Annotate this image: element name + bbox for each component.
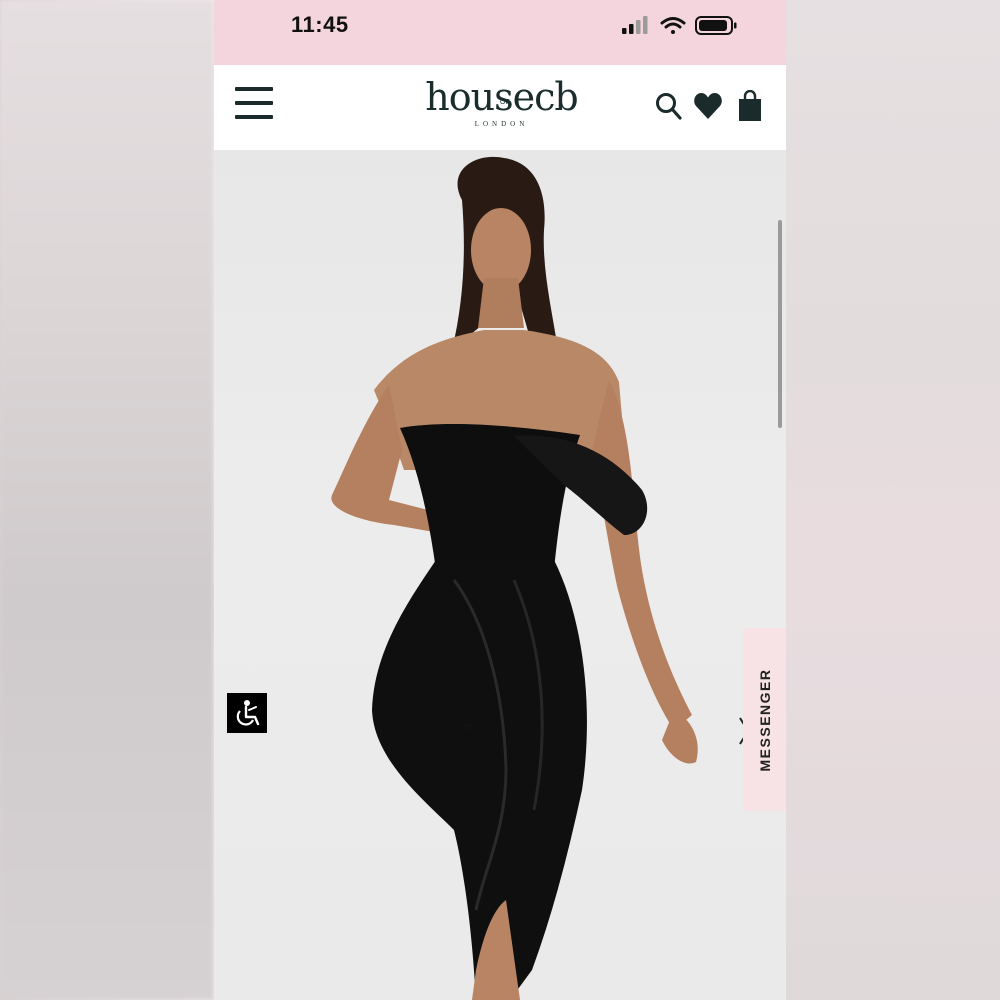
site-header: housecb OF LONDON [214,65,786,150]
brand-logo[interactable]: housecb OF LONDON [409,75,594,128]
status-icons [622,14,738,36]
status-bar: 11:45 [214,0,786,65]
page-scrollbar[interactable] [778,220,782,428]
product-photo [331,156,698,1000]
wifi-icon [660,17,686,34]
status-time: 11:45 [291,12,349,37]
phone-screen: 11:45 housecb OF LONDON MESSENGER [214,0,786,1000]
messenger-label: MESSENGER [756,668,773,771]
battery-icon [695,16,737,35]
accessibility-icon [236,700,260,726]
shopping-bag-icon[interactable] [738,89,762,127]
accessibility-button[interactable] [227,693,267,733]
cellular-signal-icon [622,16,648,34]
product-hero-image[interactable]: MESSENGER [214,150,786,1000]
hamburger-menu-icon[interactable] [235,87,273,121]
search-icon[interactable] [655,91,683,126]
logo-wordmark: housecb OF [425,75,578,119]
heart-icon[interactable] [693,92,723,125]
messenger-tab[interactable]: MESSENGER [743,628,786,811]
background-blur-right [786,0,1000,1000]
cursor-arrow-icon [463,724,475,736]
background-blur-left [0,0,214,1000]
